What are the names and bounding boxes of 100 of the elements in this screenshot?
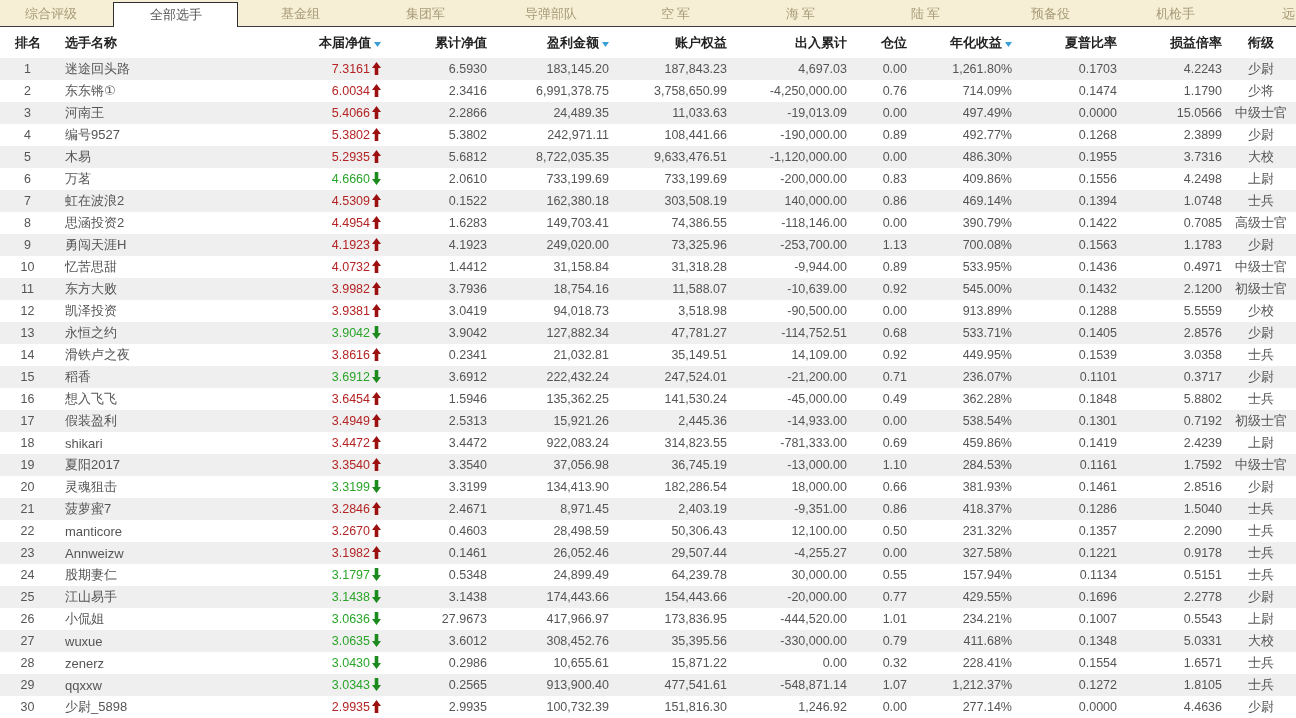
net-value: 3.8616 <box>331 348 370 362</box>
table-cell: 0.1134 <box>1079 568 1117 582</box>
net-value: 3.2846 <box>331 502 370 516</box>
tab[interactable]: 集团军 <box>363 2 488 26</box>
net-value: 5.4066 <box>331 106 370 120</box>
net-value: 3.9042 <box>331 326 370 340</box>
table-cell: 141,530.24 <box>664 392 727 406</box>
table-cell: 1,246.92 <box>798 700 847 714</box>
table-cell: 8,971.45 <box>560 502 609 516</box>
table-cell: 417,966.97 <box>546 612 609 626</box>
table-cell: 183,145.20 <box>546 62 609 76</box>
tab[interactable]: 综合评级 <box>0 2 113 26</box>
sort-icon[interactable] <box>374 41 381 47</box>
table-cell: 277.14% <box>962 700 1012 714</box>
table-cell: 0.00 <box>822 656 847 670</box>
table-cell: 154,443.66 <box>664 590 727 604</box>
table-cell: 3.7936 <box>448 282 487 296</box>
table-cell: 0.55 <box>882 568 907 582</box>
tab[interactable]: 基金组 <box>238 2 363 26</box>
table-cell: 492.77% <box>962 128 1012 142</box>
rank-number: 11 <box>21 282 34 296</box>
table-cell: 3.6912 <box>448 370 487 384</box>
rank-title: 中级士官 <box>1234 456 1287 474</box>
table-cell: 477,541.61 <box>664 678 727 692</box>
column-header: 出入累计 <box>795 33 847 52</box>
table-cell: 3.3199 <box>448 480 487 494</box>
table-cell: -444,520.00 <box>780 612 847 626</box>
table-cell: 1.13 <box>882 238 907 252</box>
table-cell: -200,000.00 <box>780 172 847 186</box>
table-cell: 3.7316 <box>1183 150 1222 164</box>
column-header[interactable]: 本届净值 <box>319 33 371 52</box>
table-cell: 36,745.19 <box>671 458 727 472</box>
rank-number: 15 <box>20 370 35 384</box>
table-cell: 308,452.76 <box>546 634 609 648</box>
table-cell: 135,362.25 <box>546 392 609 406</box>
table-cell: 228.41% <box>962 656 1012 670</box>
table-cell: 74,386.55 <box>671 216 727 230</box>
table-cell: 913.89% <box>962 304 1012 318</box>
player-name: shikari <box>65 435 103 451</box>
table-cell: 242,971.11 <box>547 128 609 142</box>
sort-icon[interactable] <box>602 41 609 47</box>
rank-number: 19 <box>20 458 35 472</box>
tab[interactable]: 远 <box>1238 2 1296 26</box>
table-cell: 4,697.03 <box>798 62 847 76</box>
table-cell: 327.58% <box>962 546 1012 560</box>
tab[interactable]: 陆 军 <box>863 2 988 26</box>
tab[interactable]: 导弹部队 <box>488 2 613 26</box>
tab[interactable]: 预备役 <box>988 2 1113 26</box>
table-cell: 0.00 <box>882 62 907 76</box>
sort-icon[interactable] <box>1005 41 1012 47</box>
table-cell: 21,032.81 <box>553 348 609 362</box>
table-cell: -118,146.00 <box>781 216 847 230</box>
table-cell: 0.1419 <box>1078 436 1117 450</box>
table-cell: 0.1007 <box>1078 612 1117 626</box>
column-header[interactable]: 年化收益 <box>950 33 1002 52</box>
rank-title: 少尉 <box>1247 236 1274 254</box>
net-value: 3.4472 <box>331 436 370 450</box>
table-cell: 0.1563 <box>1078 238 1117 252</box>
table-cell: 0.1286 <box>1078 502 1117 516</box>
table-cell: 30,000.00 <box>791 568 847 582</box>
player-name: 虹在波浪2 <box>65 192 125 210</box>
player-name: 灵魂狙击 <box>65 478 117 496</box>
table-cell: 733,199.69 <box>546 172 609 186</box>
table-cell: -19,013.09 <box>787 106 847 120</box>
tab[interactable]: 空 军 <box>613 2 738 26</box>
table-cell: 0.1461 <box>448 546 487 560</box>
table-cell: 0.4971 <box>1183 260 1222 274</box>
table-cell: 249,020.00 <box>546 238 609 252</box>
table-cell: 0.83 <box>882 172 907 186</box>
table-cell: 2.1200 <box>1183 282 1222 296</box>
rank-number: 5 <box>24 150 31 164</box>
table-cell: 3,758,650.99 <box>654 84 727 98</box>
table-cell: 231.32% <box>962 524 1012 538</box>
player-name: 木易 <box>65 148 91 166</box>
table-cell: 303,508.19 <box>664 194 727 208</box>
player-name: 迷途回头路 <box>65 60 130 78</box>
table-cell: 10,655.61 <box>553 656 609 670</box>
rank-title: 上尉 <box>1247 170 1274 188</box>
rank-number: 28 <box>20 656 35 670</box>
table-cell: 5.0331 <box>1183 634 1222 648</box>
column-header: 仓位 <box>881 33 907 52</box>
table-cell: 18,754.16 <box>553 282 609 296</box>
rank-title: 士兵 <box>1247 346 1274 364</box>
column-header: 损益倍率 <box>1170 33 1222 52</box>
tab[interactable]: 全部选手 <box>113 2 238 27</box>
table-cell: -4,250,000.00 <box>769 84 847 98</box>
table-cell: 2.8576 <box>1183 326 1222 340</box>
tab[interactable]: 机枪手 <box>1113 2 1238 26</box>
table-cell: 0.00 <box>882 106 907 120</box>
table-cell: 28,498.59 <box>553 524 609 538</box>
rank-number: 16 <box>20 392 35 406</box>
rank-title: 上尉 <box>1247 610 1274 628</box>
column-header[interactable]: 盈利金额 <box>547 33 599 52</box>
tab[interactable]: 海 军 <box>738 2 863 26</box>
player-name: 菠萝蜜7 <box>65 500 112 518</box>
table-cell: 0.89 <box>882 128 907 142</box>
table-cell: 3.6012 <box>448 634 487 648</box>
table-cell: 0.1268 <box>1078 128 1117 142</box>
net-value: 4.5309 <box>331 194 370 208</box>
table-cell: 2.2866 <box>448 106 487 120</box>
